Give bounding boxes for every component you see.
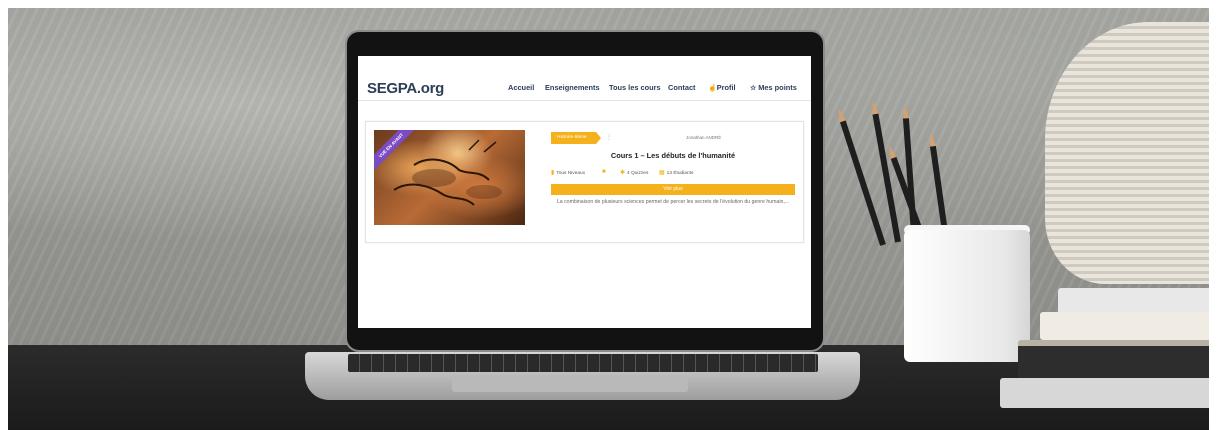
- navigation-bar: SEGPA.org Accueil Enseignements Tous les…: [358, 78, 811, 101]
- quizzes-label: 4 Quizzes: [627, 171, 649, 176]
- student-icon: ▦: [659, 170, 665, 176]
- frame-border: [1209, 0, 1217, 430]
- course-lessons: ■: [602, 169, 608, 175]
- nav-label-profil: Profil: [716, 83, 736, 92]
- category-tag[interactable]: Histoire 6ème: [551, 132, 601, 144]
- course-description: La combinaison de plusieurs sciences per…: [556, 199, 790, 205]
- puzzle-icon: ✱: [620, 170, 626, 176]
- course-author[interactable]: Jonathan ANDRÉ: [686, 135, 721, 140]
- nav-label-mes-points: Mes points: [758, 83, 797, 92]
- frame-border: [0, 0, 1217, 8]
- course-students: ▦ 13 Étudiants: [659, 169, 693, 176]
- nav-item-accueil[interactable]: Accueil: [508, 83, 534, 92]
- course-level: ▮ Tous Niveaux: [551, 169, 585, 176]
- frame-border: [0, 0, 8, 430]
- nav-item-enseignements[interactable]: Enseignements: [545, 83, 600, 92]
- level-label: Tous Niveaux: [556, 171, 586, 176]
- laptop-keyboard: [348, 354, 818, 372]
- star-icon: ☆: [750, 85, 759, 92]
- book-stack: [1000, 378, 1217, 408]
- vase-decor: [1045, 22, 1217, 284]
- course-quizzes: ✱ 4 Quizzes: [620, 169, 648, 176]
- nav-item-contact[interactable]: Contact: [668, 83, 696, 92]
- nav-item-tous-les-cours[interactable]: Tous les cours: [609, 83, 661, 92]
- pointing-hand-icon: ☝: [708, 85, 717, 92]
- course-title[interactable]: Cours 1 – Les débuts de l'humanité: [551, 151, 795, 160]
- laptop-trackpad: [452, 375, 688, 392]
- bar-chart-icon: ▮: [551, 170, 555, 176]
- course-card: VUE EN AVANT Histoire 6ème ⋮ Jonathan AN…: [365, 121, 804, 243]
- site-logo[interactable]: SEGPA.org: [367, 80, 444, 97]
- book-icon: ■: [602, 169, 606, 175]
- laptop-screen: SEGPA.org Accueil Enseignements Tous les…: [358, 56, 811, 328]
- book-stack: [1040, 312, 1217, 340]
- see-more-button[interactable]: Voir plus: [551, 184, 795, 195]
- separator: ⋮: [606, 135, 612, 141]
- pencil-cup: [904, 230, 1030, 362]
- course-thumbnail[interactable]: VUE EN AVANT: [374, 130, 525, 225]
- top-bar: [358, 56, 811, 79]
- nav-item-profil[interactable]: ☝Profil: [708, 83, 736, 92]
- nav-item-mes-points[interactable]: ☆ Mes points: [750, 83, 797, 92]
- students-label: 13 Étudiants: [666, 171, 694, 176]
